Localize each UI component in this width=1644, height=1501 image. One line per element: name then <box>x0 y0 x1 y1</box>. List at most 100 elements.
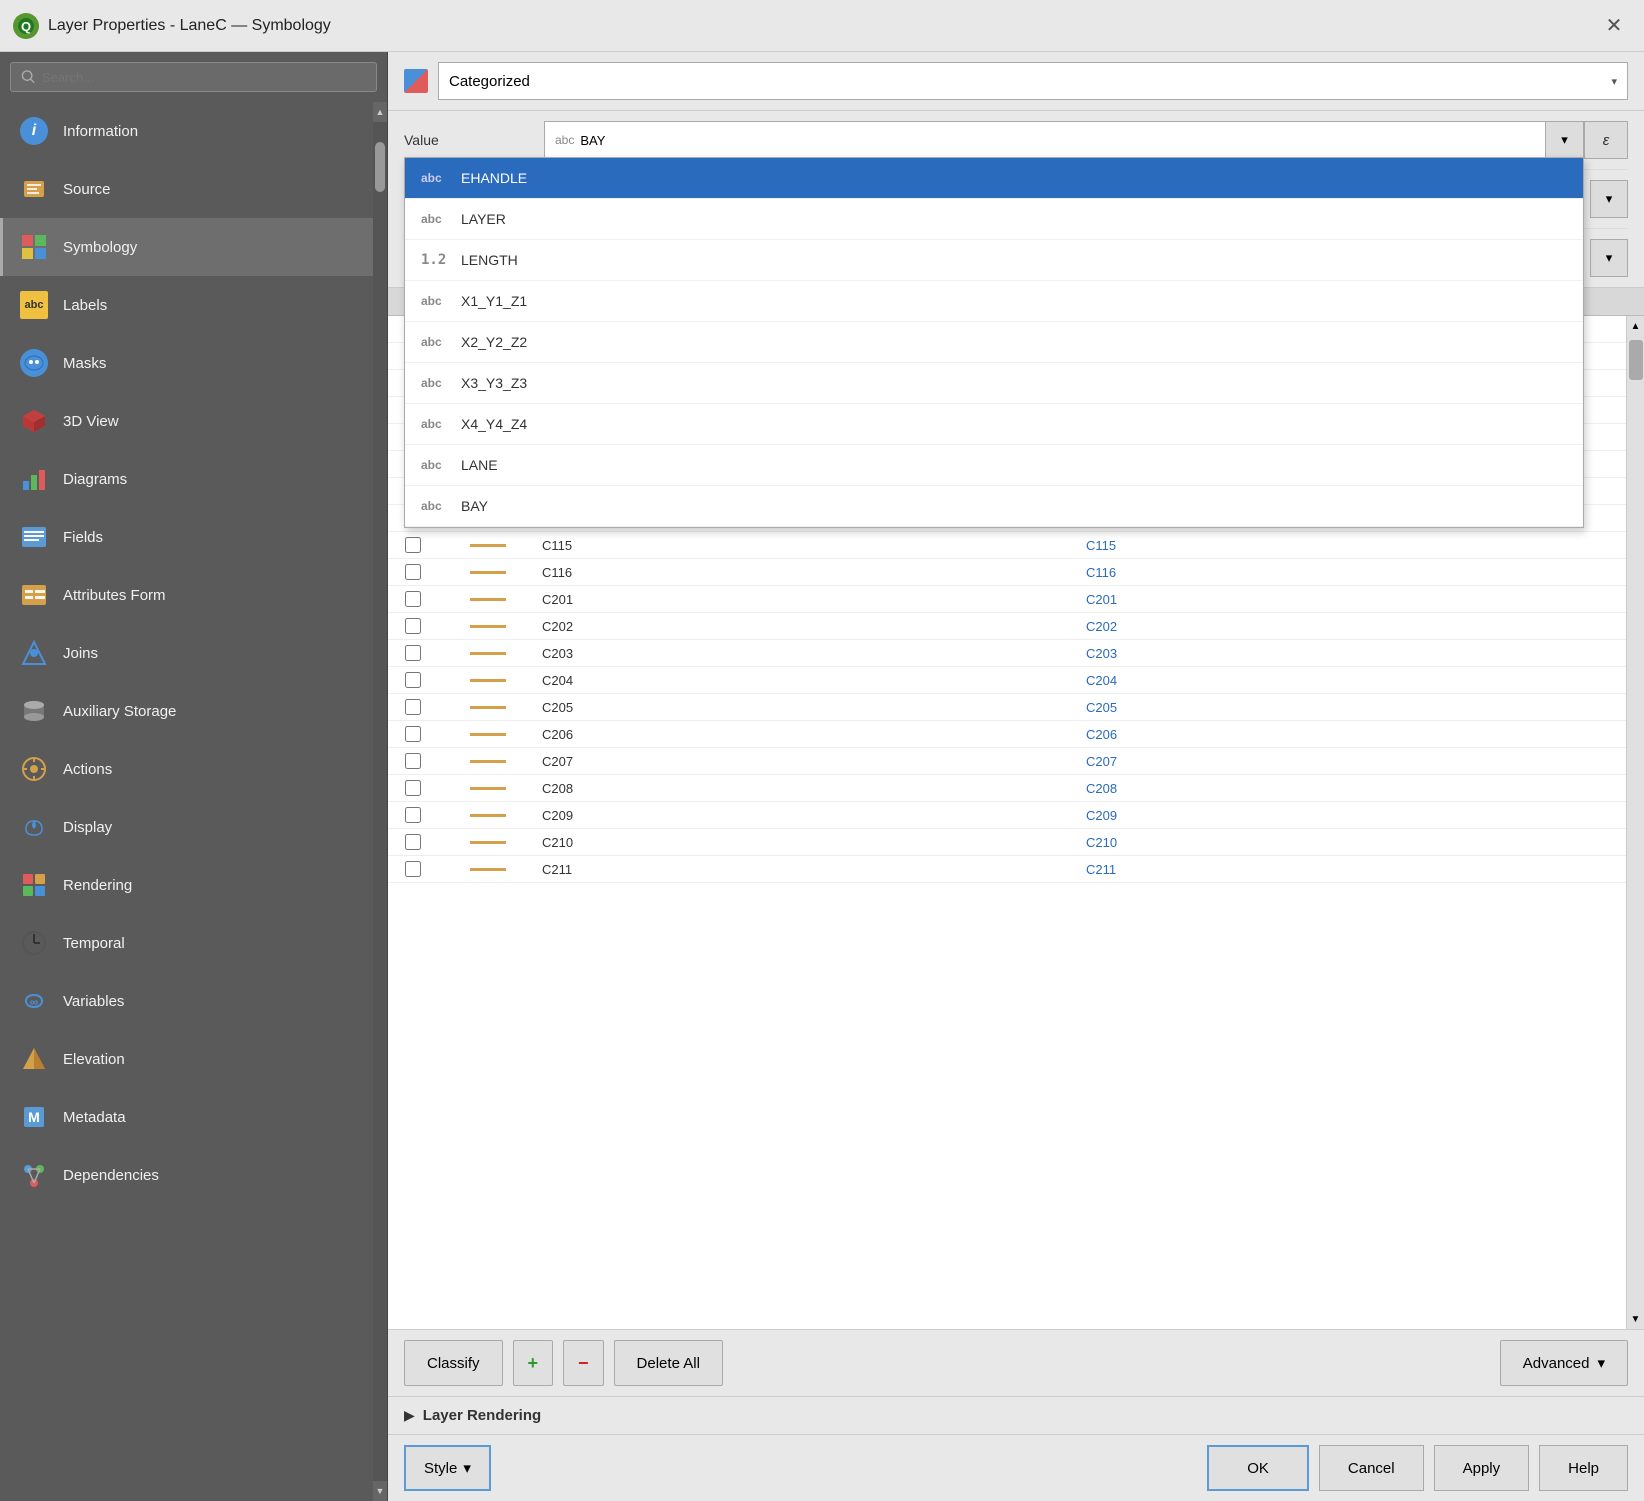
bottom-action-bar: Classify + − Delete All Advanced ▾ <box>388 1329 1644 1396</box>
di-label: EHANDLE <box>461 170 527 186</box>
dropdown-item-x4y4z4[interactable]: abc X4_Y4_Z4 <box>405 404 1583 445</box>
di-label: X3_Y3_Z3 <box>461 375 527 391</box>
table-row[interactable]: C211 C211 <box>388 856 1626 883</box>
table-row[interactable]: C203 C203 <box>388 640 1626 667</box>
advanced-label: Advanced <box>1523 1355 1590 1372</box>
sidebar-item-actions[interactable]: Actions <box>0 740 373 798</box>
ok-button[interactable]: OK <box>1207 1445 1309 1491</box>
row-checkbox[interactable] <box>405 807 421 823</box>
search-input[interactable] <box>42 70 366 85</box>
layer-rendering-toggle[interactable]: ▶ <box>404 1407 415 1424</box>
sidebar-item-information[interactable]: i Information <box>0 102 373 160</box>
scroll-down-button[interactable]: ▼ <box>1627 1309 1644 1329</box>
dropdown-item-x1y1z1[interactable]: abc X1_Y1_Z1 <box>405 281 1583 322</box>
value-dropdown-arrow[interactable]: ▾ <box>1545 122 1583 158</box>
style-button[interactable]: Style ▾ <box>404 1445 491 1491</box>
symbol-dropdown-arrow[interactable]: ▾ <box>1590 180 1628 218</box>
scroll-thumb[interactable] <box>375 142 385 192</box>
sidebar-item-diagrams[interactable]: Diagrams <box>0 450 373 508</box>
dropdown-item-ehandle[interactable]: abc EHANDLE <box>405 158 1583 199</box>
joins-icon <box>19 638 49 668</box>
sidebar-item-fields[interactable]: Fields <box>0 508 373 566</box>
sidebar-item-joins[interactable]: Joins <box>0 624 373 682</box>
delete-all-button[interactable]: Delete All <box>614 1340 723 1386</box>
help-button[interactable]: Help <box>1539 1445 1628 1491</box>
row-checkbox[interactable] <box>405 591 421 607</box>
value-input[interactable]: abc BAY ▾ <box>544 121 1584 159</box>
sidebar-item-variables[interactable]: ∞ Variables <box>0 972 373 1030</box>
di-label: BAY <box>461 498 488 514</box>
colorramp-dropdown-arrow[interactable]: ▾ <box>1590 239 1628 277</box>
advanced-button[interactable]: Advanced ▾ <box>1500 1340 1628 1386</box>
dropdown-item-lane[interactable]: abc LANE <box>405 445 1583 486</box>
sidebar-item-source[interactable]: Source <box>0 160 373 218</box>
table-row[interactable]: C209 C209 <box>388 802 1626 829</box>
sidebar-item-symbology[interactable]: Symbology <box>0 218 373 276</box>
sidebar-item-attributes-form[interactable]: Attributes Form <box>0 566 373 624</box>
sidebar-item-rendering[interactable]: Rendering <box>0 856 373 914</box>
table-row[interactable]: C201 C201 <box>388 586 1626 613</box>
sidebar-search-container[interactable] <box>10 62 377 92</box>
remove-category-button[interactable]: − <box>563 1340 604 1386</box>
sidebar-item-label: Elevation <box>63 1051 125 1068</box>
style-arrow: ▾ <box>463 1459 471 1477</box>
classify-button[interactable]: Classify <box>404 1340 503 1386</box>
sidebar-scrollbar[interactable]: ▲ ▼ <box>373 102 387 1501</box>
sidebar: i Information Source <box>0 52 388 1501</box>
sidebar-item-temporal[interactable]: Temporal <box>0 914 373 972</box>
add-category-button[interactable]: + <box>513 1340 554 1386</box>
scroll-up-button[interactable]: ▲ <box>1627 316 1644 336</box>
row-checkbox[interactable] <box>405 564 421 580</box>
table-row[interactable]: C207 C207 <box>388 748 1626 775</box>
di-label: X2_Y2_Z2 <box>461 334 527 350</box>
dropdown-item-bay[interactable]: abc BAY <box>405 486 1583 527</box>
sidebar-item-labels[interactable]: abc Labels <box>0 276 373 334</box>
row-checkbox[interactable] <box>405 645 421 661</box>
apply-label: Apply <box>1463 1460 1501 1477</box>
cancel-button[interactable]: Cancel <box>1319 1445 1424 1491</box>
scroll-down-button[interactable]: ▼ <box>373 1481 387 1501</box>
value-dropdown-overlay: abc EHANDLE abc LAYER 1.2 LENGTH abc X1_… <box>404 157 1584 528</box>
dropdown-item-length[interactable]: 1.2 LENGTH <box>405 240 1583 281</box>
row-checkbox[interactable] <box>405 753 421 769</box>
table-row[interactable]: C205 C205 <box>388 694 1626 721</box>
scroll-up-button[interactable]: ▲ <box>373 102 387 122</box>
table-row[interactable]: C210 C210 <box>388 829 1626 856</box>
sidebar-item-metadata[interactable]: M Metadata <box>0 1088 373 1146</box>
3dview-icon <box>19 406 49 436</box>
sidebar-item-display[interactable]: Display <box>0 798 373 856</box>
dropdown-item-x2y2z2[interactable]: abc X2_Y2_Z2 <box>405 322 1583 363</box>
dropdown-item-x3y3z3[interactable]: abc X3_Y3_Z3 <box>405 363 1583 404</box>
table-row[interactable]: C206 C206 <box>388 721 1626 748</box>
sidebar-item-auxiliary-storage[interactable]: Auxiliary Storage <box>0 682 373 740</box>
close-button[interactable]: ✕ <box>1596 8 1632 44</box>
table-row[interactable]: C115 C115 <box>388 532 1626 559</box>
rendering-icon <box>19 870 49 900</box>
row-checkbox[interactable] <box>405 618 421 634</box>
sidebar-item-dependencies[interactable]: Dependencies <box>0 1146 373 1204</box>
sidebar-item-3dview[interactable]: 3D View <box>0 392 373 450</box>
row-checkbox[interactable] <box>405 861 421 877</box>
dropdown-item-layer[interactable]: abc LAYER <box>405 199 1583 240</box>
row-checkbox[interactable] <box>405 726 421 742</box>
table-row[interactable]: C204 C204 <box>388 667 1626 694</box>
row-checkbox[interactable] <box>405 672 421 688</box>
row-checkbox[interactable] <box>405 699 421 715</box>
display-icon <box>19 812 49 842</box>
layer-rendering-section: ▶ Layer Rendering <box>388 1396 1644 1434</box>
mode-dropdown[interactable]: Categorized ▾ <box>438 62 1628 100</box>
row-checkbox[interactable] <box>405 537 421 553</box>
actions-icon <box>19 754 49 784</box>
table-row[interactable]: C208 C208 <box>388 775 1626 802</box>
table-row[interactable]: C116 C116 <box>388 559 1626 586</box>
sidebar-item-elevation[interactable]: Elevation <box>0 1030 373 1088</box>
apply-button[interactable]: Apply <box>1434 1445 1530 1491</box>
epsilon-button[interactable]: ε <box>1584 121 1628 159</box>
row-checkbox[interactable] <box>405 834 421 850</box>
table-row[interactable]: C202 C202 <box>388 613 1626 640</box>
sidebar-item-masks[interactable]: Masks <box>0 334 373 392</box>
scroll-thumb[interactable] <box>1629 340 1643 380</box>
content-scrollbar[interactable]: ▲ ▼ <box>1626 316 1644 1329</box>
row-checkbox[interactable] <box>405 780 421 796</box>
sidebar-list: i Information Source <box>0 102 373 1501</box>
